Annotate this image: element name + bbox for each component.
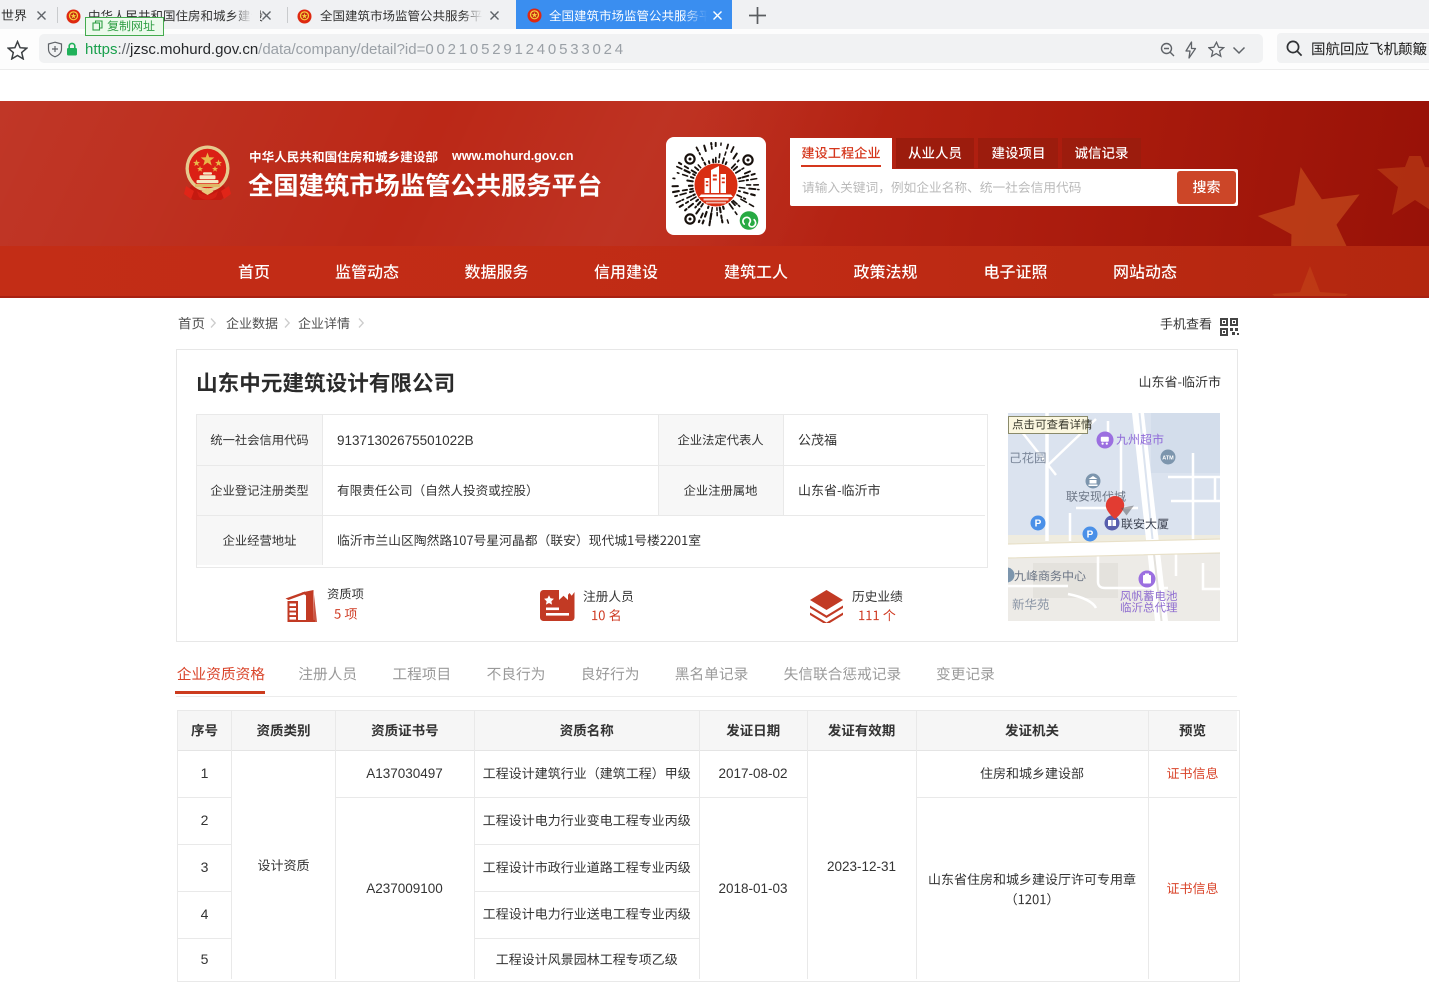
svg-text:ATM: ATM [1162,456,1174,462]
svg-text:P: P [1035,519,1042,530]
svg-text:P: P [1087,530,1094,541]
